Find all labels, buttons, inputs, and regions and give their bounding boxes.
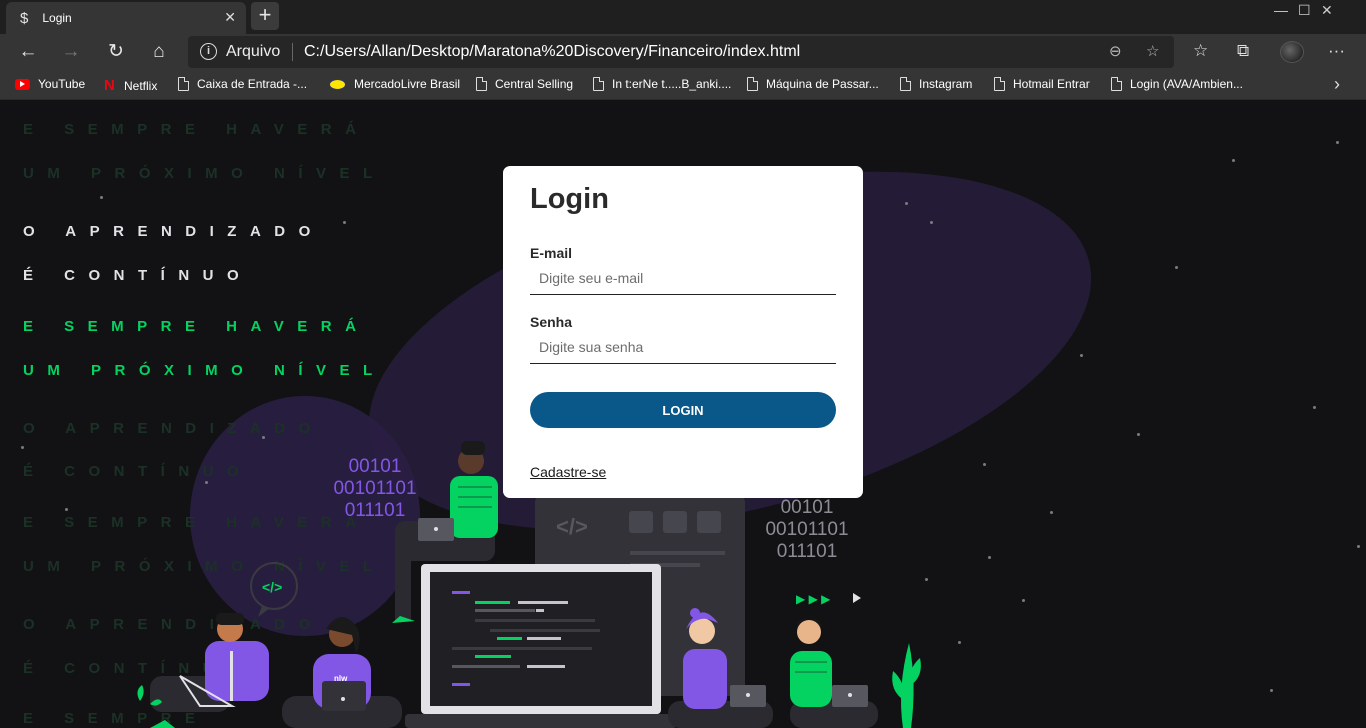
add-favorite-icon[interactable]: ☆: [1146, 42, 1159, 60]
bookmark-hotmail[interactable]: Hotmail Entrar: [994, 77, 1090, 91]
back-button[interactable]: ←: [14, 39, 42, 65]
bookmark-internet-banking[interactable]: In t:erNe t.....B_anki....: [593, 77, 731, 91]
login-button[interactable]: LOGIN: [530, 392, 836, 428]
browser-toolbar: ← → ↻ ⌂ i Arquivo C:/Users/Allan/Desktop…: [0, 34, 1366, 70]
info-icon[interactable]: i: [200, 43, 217, 60]
bookmark-label: YouTube: [38, 77, 86, 91]
close-tab-icon[interactable]: ✕: [224, 9, 236, 26]
main-laptop-illustration: [405, 564, 677, 728]
page-content: E SEMPRE HAVERÁ UM PRÓXIMO NÍVEL O APREN…: [0, 101, 1366, 728]
browser-tab-strip: $ Login ✕ + — ☐ ✕: [0, 0, 1366, 34]
bookmark-maquina-de-passar[interactable]: Máquina de Passar...: [747, 77, 879, 91]
bookmark-central-selling[interactable]: Central Selling: [476, 77, 573, 91]
page-icon: [994, 77, 1005, 91]
bookmark-label: Caixa de Entrada -...: [197, 77, 308, 91]
page-icon: [1111, 77, 1122, 91]
address-bar[interactable]: i Arquivo C:/Users/Allan/Desktop/Maraton…: [188, 36, 1174, 68]
bookmark-label: Instagram: [919, 77, 973, 91]
bookmark-label: Central Selling: [495, 77, 574, 91]
bookmark-login-ava[interactable]: Login (AVA/Ambien...: [1111, 77, 1243, 91]
bookmark-label: MercadoLivre Brasil: [354, 77, 461, 91]
email-label: E-mail: [530, 245, 573, 261]
page-icon: [593, 77, 604, 91]
email-input[interactable]: [530, 261, 836, 295]
laptop-sticker-text: nlw: [334, 674, 348, 683]
url-text[interactable]: C:/Users/Allan/Desktop/Maratona%20Discov…: [304, 43, 800, 61]
code-bubble-text: </>: [262, 579, 282, 595]
login-card: Login E-mail Senha LOGIN Cadastre-se: [503, 166, 863, 498]
netflix-icon: N: [104, 77, 115, 94]
bookmark-label: Login (AVA/Ambien...: [1130, 77, 1243, 91]
plant-illustration: [892, 643, 921, 728]
password-label: Senha: [530, 314, 573, 330]
protocol-label: Arquivo: [226, 43, 281, 60]
play-icon: [853, 593, 861, 603]
bookmark-caixa-de-entrada[interactable]: Caixa de Entrada -...: [178, 77, 307, 91]
bookmarks-bar: YouTube N Netflix Caixa de Entrada -... …: [0, 70, 1366, 100]
code-window-tag: </>: [556, 514, 588, 539]
developer-boy-green-shirt: [790, 618, 878, 728]
minimize-window-button[interactable]: —: [1274, 2, 1288, 18]
address-separator: [292, 43, 293, 61]
page-icon: [747, 77, 758, 91]
bookmark-instagram[interactable]: Instagram: [900, 77, 972, 91]
dollar-favicon-icon: $: [20, 9, 29, 27]
bookmark-mercadolivre[interactable]: MercadoLivre Brasil: [329, 77, 460, 91]
page-icon: [476, 77, 487, 91]
bookmark-label: Netflix: [124, 78, 158, 93]
zoom-icon[interactable]: ⊖: [1109, 42, 1122, 60]
password-input[interactable]: [530, 330, 836, 364]
developer-lying-left: [137, 613, 269, 728]
page-icon: [900, 77, 911, 91]
collections-icon[interactable]: ⧉: [1237, 41, 1249, 61]
maximize-window-button[interactable]: ☐: [1298, 2, 1311, 19]
login-title: Login: [530, 183, 609, 215]
reload-button[interactable]: ↻: [102, 39, 130, 65]
close-window-button[interactable]: ✕: [1321, 2, 1333, 19]
developer-girl-nlw: nlw: [282, 617, 402, 728]
bookmark-netflix[interactable]: N Netflix: [104, 77, 157, 94]
bookmark-label: In t:erNe t.....B_anki....: [612, 77, 732, 91]
tab-title: Login: [42, 11, 72, 25]
bookmark-label: Máquina de Passar...: [766, 77, 879, 91]
tab-login[interactable]: $ Login ✕: [6, 2, 246, 34]
new-tab-button[interactable]: +: [251, 2, 279, 30]
mercadolivre-icon: [329, 78, 346, 90]
profile-avatar[interactable]: [1280, 41, 1304, 63]
page-icon: [178, 77, 189, 91]
bookmark-youtube[interactable]: YouTube: [15, 77, 85, 91]
register-link[interactable]: Cadastre-se: [530, 464, 606, 480]
bookmarks-overflow-chevron-icon[interactable]: ›: [1334, 74, 1340, 95]
more-menu-icon[interactable]: ···: [1328, 41, 1345, 61]
forward-button[interactable]: →: [57, 39, 85, 65]
play-arrows-icon: ▶ ▶ ▶: [796, 592, 831, 606]
home-button[interactable]: ⌂: [145, 39, 173, 65]
code-speech-bubble: </>: [250, 562, 298, 617]
bookmark-label: Hotmail Entrar: [1013, 77, 1090, 91]
youtube-icon: [15, 78, 30, 90]
favorites-icon[interactable]: ☆: [1193, 41, 1208, 61]
